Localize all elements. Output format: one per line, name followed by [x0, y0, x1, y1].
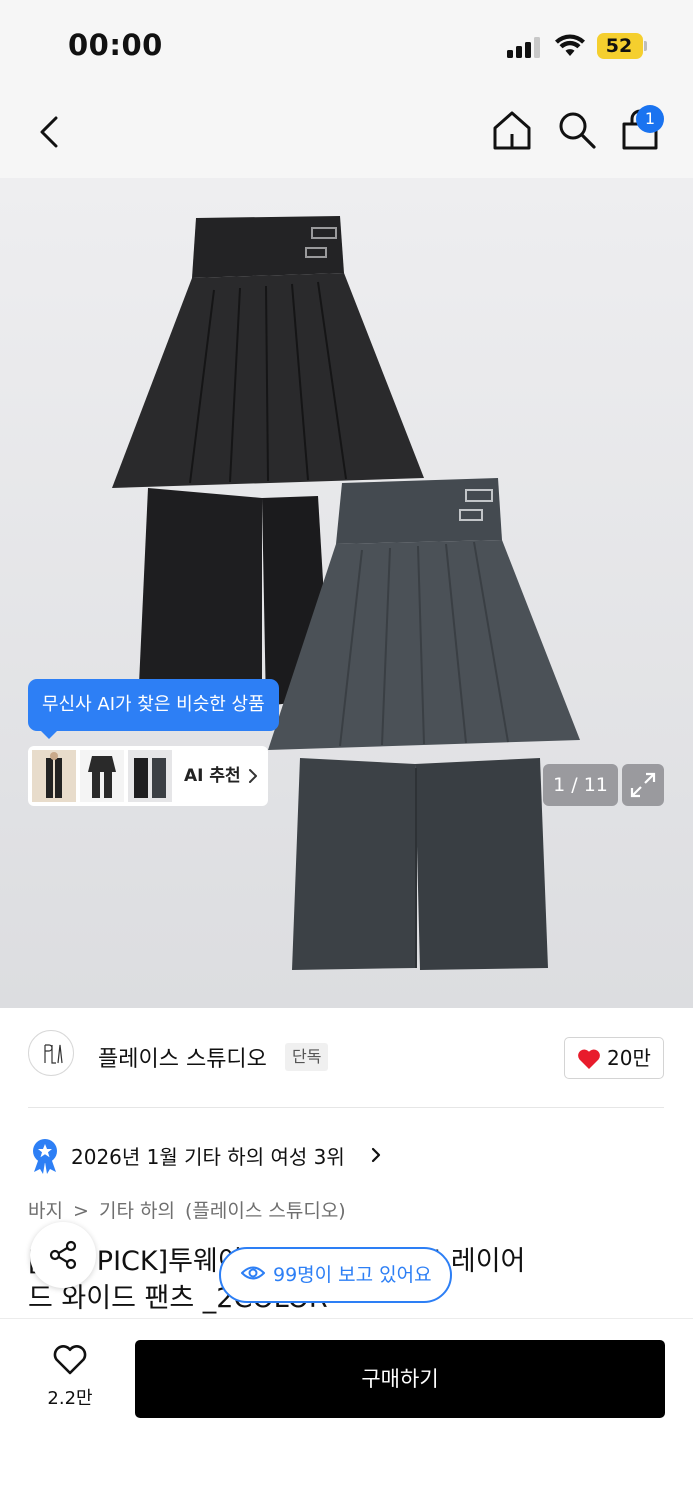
ai-thumb-3[interactable] [128, 750, 172, 802]
ranking-text[interactable]: 2026년 1월 기타 하의 여성 3위 [71, 1141, 345, 1170]
wifi-icon [555, 34, 585, 56]
nav-bar [0, 90, 693, 178]
battery-icon: 52 [597, 33, 643, 59]
product-photo [112, 216, 580, 970]
breadcrumb-separator: > [73, 1200, 89, 1222]
divider [28, 1107, 664, 1108]
cellular-signal-icon [507, 36, 543, 58]
ai-recommend-label: AI 추천 [184, 766, 241, 786]
viewers-count-text: 99명이 보고 있어요 [273, 1264, 432, 1286]
brand-like-button[interactable]: 20만 [564, 1037, 664, 1079]
brand-like-count: 20만 [607, 1046, 651, 1070]
share-icon [49, 1240, 77, 1270]
search-button[interactable] [555, 108, 599, 152]
wishlist-count: 2.2만 [47, 1388, 93, 1409]
ai-similar-products-tooltip[interactable]: 무신사 AI가 찾은 비슷한 상품 [28, 679, 279, 731]
back-button[interactable] [30, 110, 70, 154]
chevron-right-icon[interactable] [370, 1145, 382, 1165]
status-bar: 00:00 52 [0, 0, 693, 90]
heart-outline-icon [53, 1345, 87, 1375]
home-button[interactable] [490, 108, 534, 152]
ranking-medal-icon [33, 1139, 57, 1174]
share-button[interactable] [30, 1222, 96, 1288]
expand-icon [630, 772, 656, 798]
ai-recommend-card[interactable]: AI 추천 [28, 746, 268, 806]
ai-thumb-2[interactable] [80, 750, 124, 802]
heart-filled-icon [578, 1049, 600, 1069]
ai-tooltip-tail [40, 730, 58, 739]
cart-count-badge: 1 [636, 105, 664, 133]
brand-name[interactable]: 플레이스 스튜디오 [98, 1041, 267, 1073]
eye-icon [241, 1266, 265, 1280]
chevron-right-icon [249, 769, 257, 783]
battery-level: 52 [605, 35, 633, 57]
buy-button[interactable]: 구매하기 [135, 1340, 665, 1418]
wishlist-button[interactable]: 2.2만 [30, 1340, 110, 1420]
breadcrumb-item-other-bottoms[interactable]: 기타 하의 [99, 1200, 175, 1222]
breadcrumb-item-brand[interactable]: (플레이스 스튜디오) [185, 1200, 346, 1222]
image-counter: 1 / 11 [543, 764, 618, 806]
breadcrumb-item-pants[interactable]: 바지 [28, 1200, 63, 1222]
product-image-carousel[interactable] [0, 178, 693, 1008]
expand-image-button[interactable] [622, 764, 664, 806]
viewers-count-pill: 99명이 보고 있어요 [219, 1247, 452, 1303]
brand-logo[interactable] [28, 1030, 74, 1076]
status-time: 00:00 [68, 28, 163, 62]
breadcrumb: 바지 > 기타 하의 (플레이스 스튜디오) [28, 1196, 350, 1223]
exclusive-badge: 단독 [285, 1043, 329, 1071]
ai-thumb-1[interactable] [32, 750, 76, 802]
battery-cap [644, 41, 647, 51]
